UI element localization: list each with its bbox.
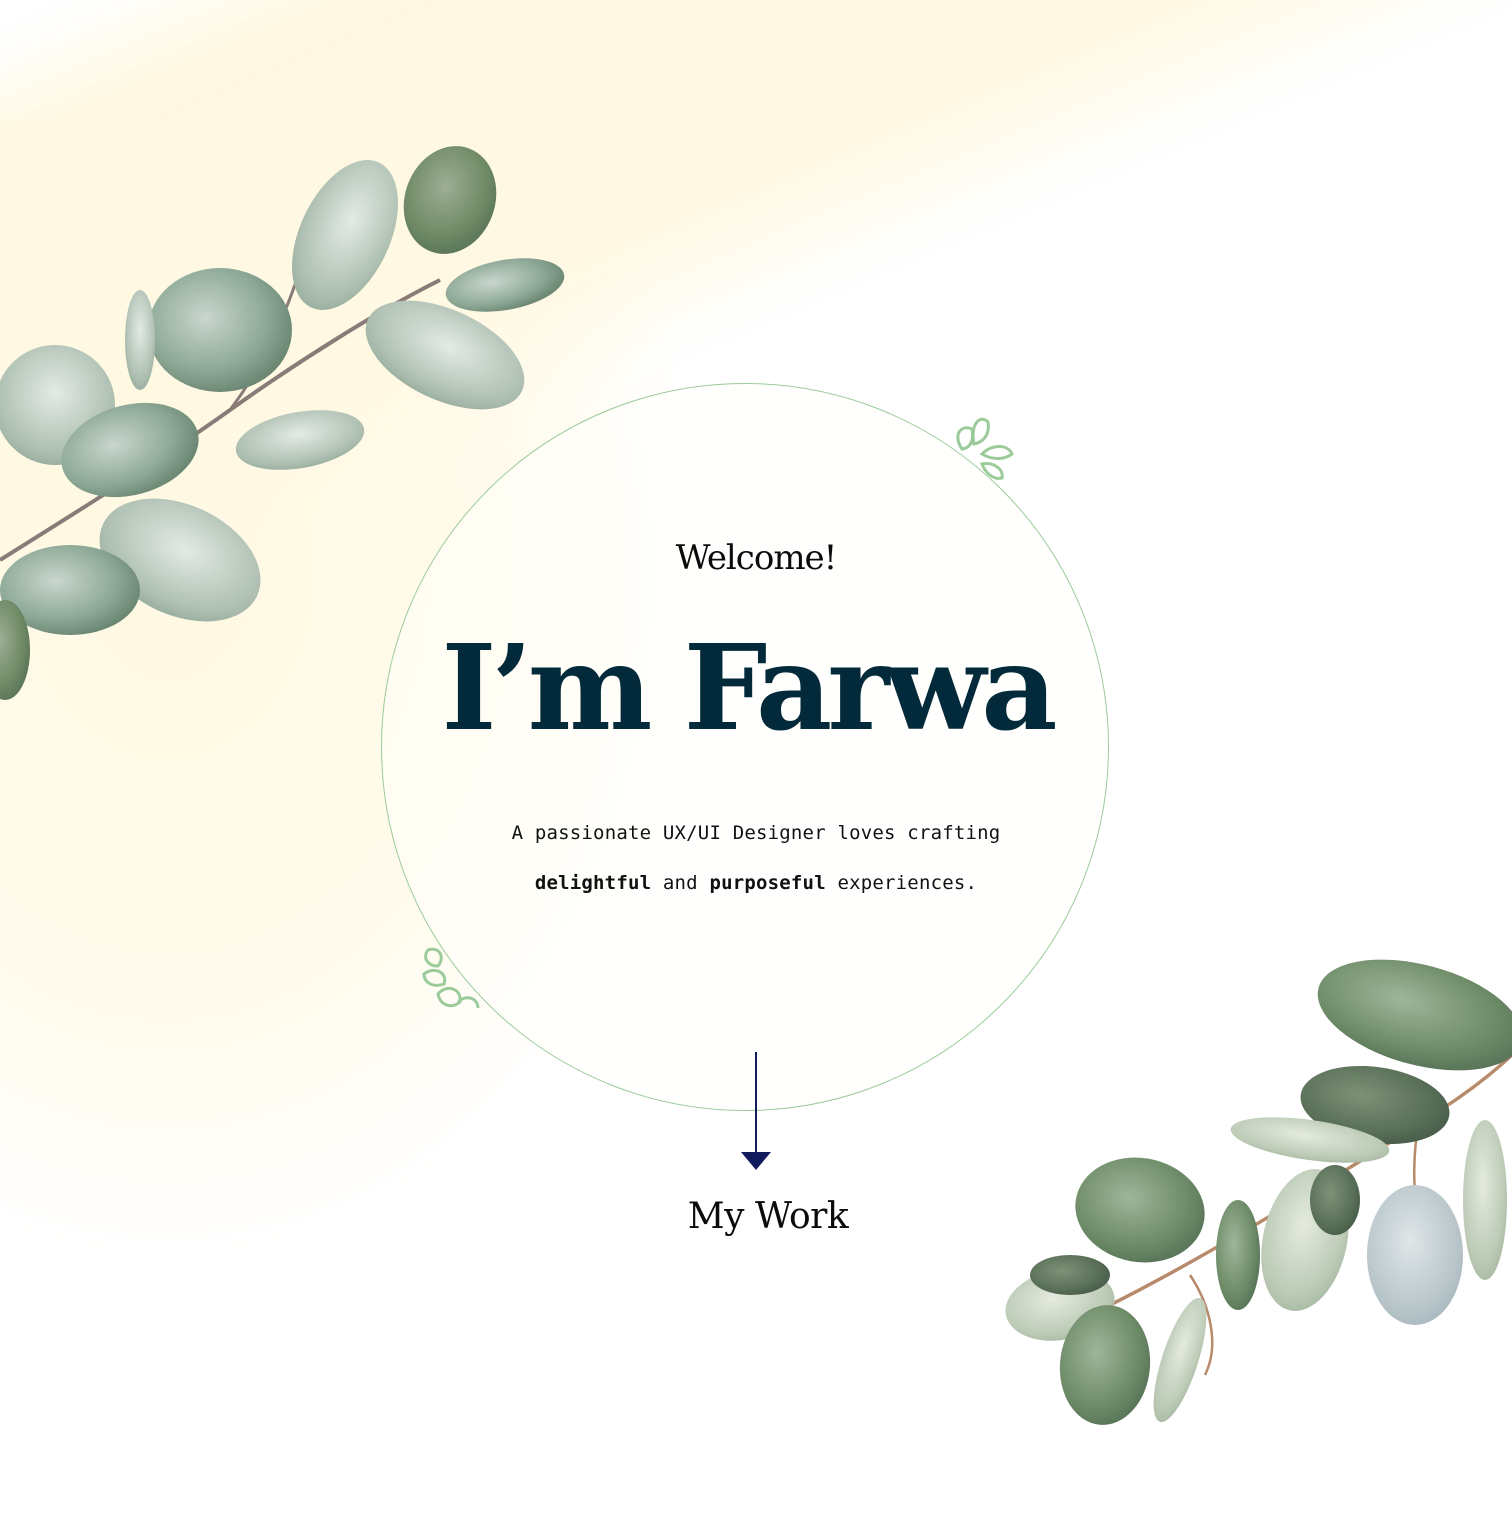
arrow-down-icon-line[interactable] — [755, 1052, 757, 1156]
tagline-line-1: A passionate UX/UI Designer loves crafti… — [511, 822, 1001, 844]
tagline-bold-delightful: delightful — [534, 872, 652, 894]
hero-name-heading: I’m Farwa — [441, 618, 1057, 757]
tagline-end: experiences. — [837, 872, 978, 894]
hero-tagline: A passionate UX/UI Designer loves crafti… — [0, 808, 1512, 908]
welcome-heading: Welcome! — [675, 538, 838, 578]
eucalyptus-branch-bottom-icon — [1005, 959, 1512, 1425]
arrow-down-icon[interactable] — [741, 1152, 771, 1170]
tagline-line-2: delightful and purposeful experiences. — [0, 858, 1512, 908]
tagline-bold-purposeful: purposeful — [709, 872, 826, 894]
tagline-and: and — [662, 872, 698, 894]
